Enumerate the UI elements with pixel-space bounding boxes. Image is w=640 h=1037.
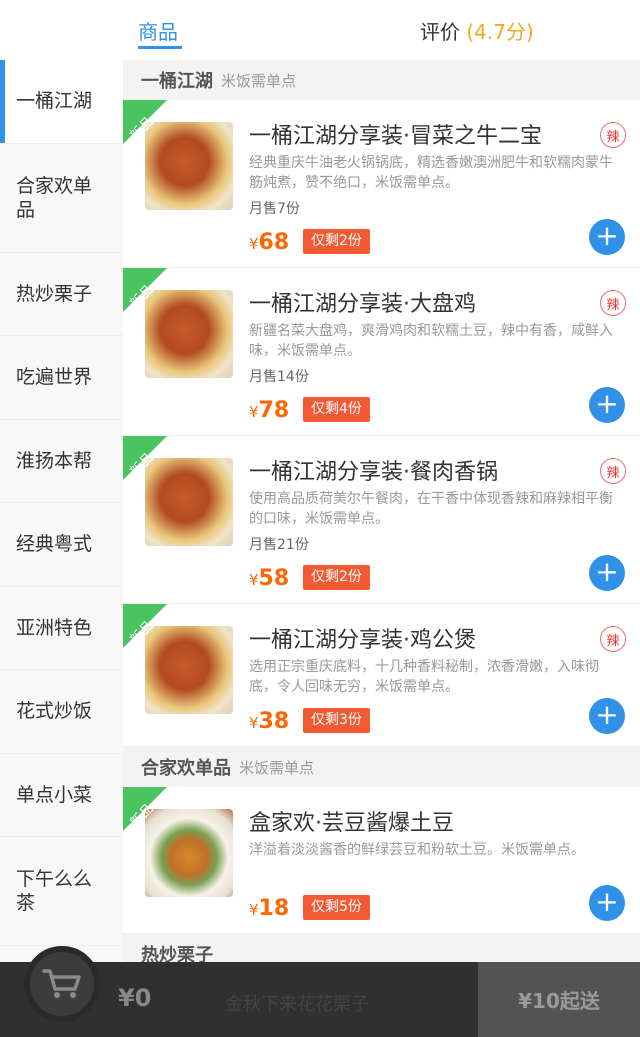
monthly-sales: 月售7份 <box>249 201 300 217</box>
price-value: 78 <box>258 398 290 423</box>
tab-goods[interactable]: 商品 <box>138 16 178 45</box>
currency-symbol: ¥ <box>249 714 259 732</box>
food-name: 一桶江湖分享装·餐肉香锅 <box>249 460 498 485</box>
currency-symbol: ¥ <box>249 403 259 421</box>
spicy-badge: 辣 <box>600 626 626 652</box>
stock-tag: 仅剩3份 <box>303 708 370 733</box>
plus-icon: + <box>595 387 619 420</box>
sidebar-item-label: 单点小菜 <box>16 783 93 806</box>
sidebar-item-hejiahuan[interactable]: 合家欢单品 <box>0 144 123 253</box>
food-name: 一桶江湖分享装·大盘鸡 <box>249 292 476 317</box>
food-item[interactable]: 新品 一桶江湖分享装·鸡公煲 辣 选用正宗重庆底料，十几种香料秘制，浓香滑嫩，入… <box>123 604 640 747</box>
sidebar-item-yitongjianghu[interactable]: 一桶江湖 <box>0 60 123 144</box>
food-description: 洋溢着淡淡酱香的鲜绿芸豆和粉软土豆。米饭需单点。 <box>249 842 585 858</box>
food-description: 经典重庆牛油老火锅锅底，精选香嫩澳洲肥牛和软糯肉蒙牛筋炖煮，赞不绝口，米饭需单点… <box>249 155 613 191</box>
monthly-sales: 月售21份 <box>249 537 309 553</box>
review-score: (4.7分) <box>466 20 534 44</box>
sidebar-item-label: 花式炒饭 <box>16 700 93 723</box>
price-value: 38 <box>258 709 290 734</box>
food-name: 一桶江湖分享装·冒菜之牛二宝 <box>249 124 542 149</box>
food-price: ¥38 <box>249 709 289 734</box>
sidebar-item-label: 热炒栗子 <box>16 282 93 305</box>
cart-icon <box>42 969 81 998</box>
currency-symbol: ¥ <box>249 235 259 253</box>
food-price: ¥18 <box>249 896 289 921</box>
price-value: 58 <box>258 566 290 591</box>
section-header: 热炒栗子 <box>123 934 640 962</box>
section-title: 热炒栗子 <box>141 945 213 962</box>
monthly-sales: 月售14份 <box>249 369 309 385</box>
currency-symbol: ¥ <box>249 571 259 589</box>
food-price: ¥78 <box>249 398 289 423</box>
section-title: 合家欢单品 <box>141 758 231 779</box>
food-name: 盒家欢·芸豆酱爆土豆 <box>249 811 454 836</box>
tab-goods-underline <box>138 46 182 49</box>
plus-icon: + <box>595 698 619 731</box>
sidebar-item-label: 下午么么茶 <box>16 868 93 914</box>
sidebar-item-label: 合家欢单品 <box>16 174 93 221</box>
stock-tag: 仅剩2份 <box>303 229 370 254</box>
add-to-cart-button[interactable]: + <box>589 219 625 255</box>
spicy-badge: 辣 <box>600 458 626 484</box>
cart-bar: 金秋下来花花栗子 ¥0 ¥10起送 <box>0 946 640 1037</box>
sidebar-item-label: 吃遍世界 <box>16 366 93 389</box>
sidebar-item-label: 一桶江湖 <box>16 90 93 113</box>
section-title: 一桶江湖 <box>141 71 213 92</box>
food-item[interactable]: 新品 一桶江湖分享装·大盘鸡 辣 新疆名菜大盘鸡，爽滑鸡肉和软糯土豆，辣中有香，… <box>123 268 640 436</box>
tab-review[interactable]: 评价 (4.7分) <box>420 16 534 45</box>
section-subtitle: 米饭需单点 <box>239 758 315 777</box>
goods-list: 一桶江湖 米饭需单点 新品 一桶江湖分享装·冒菜之牛二宝 辣 经典重庆牛油老火锅… <box>123 60 640 962</box>
food-description: 选用正宗重庆底料，十几种香料秘制，浓香滑嫩，入味彻底，令人回味无穷，米饭需单点。 <box>249 659 599 695</box>
category-sidebar: 一桶江湖 合家欢单品 热炒栗子 吃遍世界 淮扬本帮 经典粤式 亚洲特色 花式炒饭… <box>0 60 123 962</box>
peek-item-text: 金秋下来花花栗子 <box>225 994 369 1015</box>
sidebar-item-label: 经典粤式 <box>16 533 93 556</box>
sidebar-item-label: 淮扬本帮 <box>16 449 93 472</box>
checkout-button[interactable]: ¥10起送 <box>478 962 640 1037</box>
sidebar-item-chaolizi[interactable]: 热炒栗子 <box>0 253 123 336</box>
plus-icon: + <box>595 885 619 918</box>
sidebar-item-yazhou[interactable]: 亚洲特色 <box>0 587 123 670</box>
plus-icon: + <box>595 555 619 588</box>
food-description: 使用高品质荷美尔午餐肉，在干香中体现香辣和麻辣相平衡的口味，米饭需单点。 <box>249 491 613 527</box>
food-price: ¥58 <box>249 566 289 591</box>
sidebar-item-xiawucha[interactable]: 下午么么茶 <box>0 837 123 946</box>
sidebar-item-xiaocai[interactable]: 单点小菜 <box>0 754 123 837</box>
section-header: 一桶江湖 米饭需单点 <box>123 60 640 100</box>
cart-button[interactable] <box>24 946 100 1022</box>
food-item[interactable]: 新品 盒家欢·芸豆酱爆土豆 洋溢着淡淡酱香的鲜绿芸豆和粉软土豆。米饭需单点。 ¥… <box>123 787 640 934</box>
stock-tag: 仅剩5份 <box>303 895 370 920</box>
sidebar-item-yueshi[interactable]: 经典粤式 <box>0 503 123 587</box>
stock-tag: 仅剩4份 <box>303 397 370 422</box>
add-to-cart-button[interactable]: + <box>589 555 625 591</box>
plus-icon: + <box>595 219 619 252</box>
add-to-cart-button[interactable]: + <box>589 698 625 734</box>
cart-total: ¥0 <box>118 984 152 1012</box>
price-value: 68 <box>258 230 290 255</box>
stock-tag: 仅剩2份 <box>303 565 370 590</box>
food-name: 一桶江湖分享装·鸡公煲 <box>249 628 476 653</box>
spicy-badge: 辣 <box>600 290 626 316</box>
sidebar-item-chibianshijie[interactable]: 吃遍世界 <box>0 336 123 420</box>
food-description: 新疆名菜大盘鸡，爽滑鸡肉和软糯土豆，辣中有香，咸鲜入味，米饭需单点。 <box>249 323 613 359</box>
sidebar-item-huaiyang[interactable]: 淮扬本帮 <box>0 420 123 503</box>
sidebar-item-chaofan[interactable]: 花式炒饭 <box>0 670 123 754</box>
spicy-badge: 辣 <box>600 122 626 148</box>
price-value: 18 <box>258 896 290 921</box>
top-tab-bar: 商品 评价 (4.7分) <box>0 0 640 60</box>
currency-symbol: ¥ <box>249 901 259 919</box>
add-to-cart-button[interactable]: + <box>589 387 625 423</box>
add-to-cart-button[interactable]: + <box>589 885 625 921</box>
food-price: ¥68 <box>249 230 289 255</box>
section-header: 合家欢单品 米饭需单点 <box>123 747 640 787</box>
sidebar-item-label: 亚洲特色 <box>16 616 93 639</box>
food-item[interactable]: 新品 一桶江湖分享装·餐肉香锅 辣 使用高品质荷美尔午餐肉，在干香中体现香辣和麻… <box>123 436 640 604</box>
food-item[interactable]: 新品 一桶江湖分享装·冒菜之牛二宝 辣 经典重庆牛油老火锅锅底，精选香嫩澳洲肥牛… <box>123 100 640 268</box>
tab-review-label: 评价 <box>420 20 460 44</box>
section-subtitle: 米饭需单点 <box>221 71 297 90</box>
